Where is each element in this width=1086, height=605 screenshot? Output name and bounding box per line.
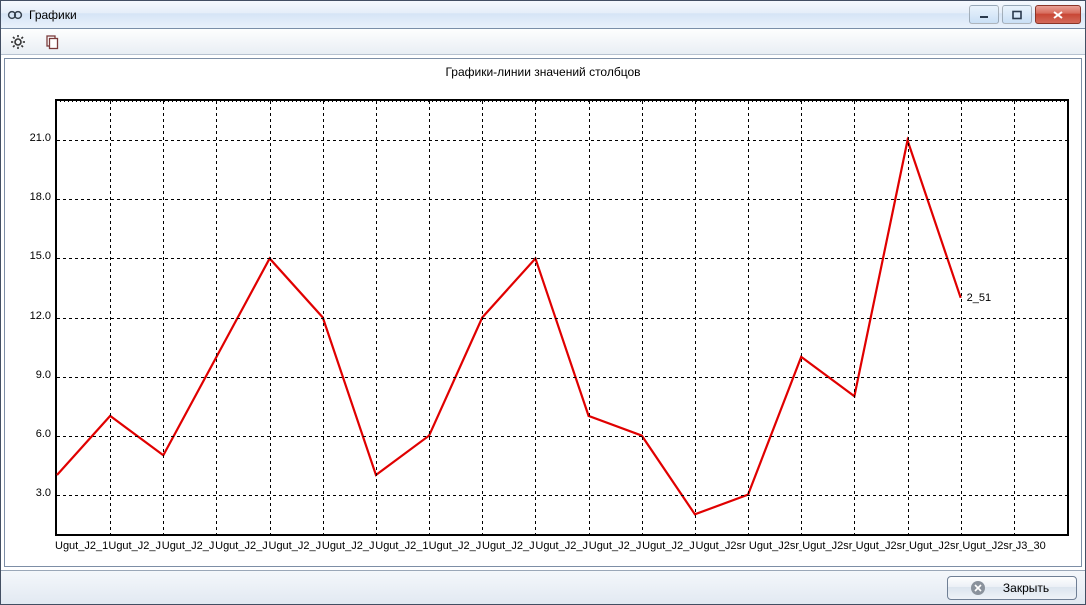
gridline-v bbox=[535, 101, 536, 534]
gridline-v bbox=[429, 101, 430, 534]
plot-box: 2_51 bbox=[55, 99, 1069, 536]
gridline-v bbox=[376, 101, 377, 534]
gridline-v bbox=[695, 101, 696, 534]
x-tick-label: Ugut_J2_J bbox=[215, 540, 268, 562]
x-tick-label: Ugut_J2sr_ bbox=[909, 540, 962, 562]
minimize-button[interactable] bbox=[969, 5, 999, 24]
y-axis: 3.0 6.0 9.0 12.0 15.0 18.0 21.0 bbox=[13, 87, 55, 536]
gridline-h bbox=[57, 318, 1067, 319]
x-tick-label: Ugut_J2_1 bbox=[55, 540, 108, 562]
window-title: Графики bbox=[29, 8, 963, 22]
gridline-v bbox=[482, 101, 483, 534]
copy-button[interactable] bbox=[43, 33, 61, 51]
y-tick-label: 9.0 bbox=[36, 369, 51, 381]
footer: Закрыть bbox=[1, 570, 1085, 604]
gridline-h bbox=[57, 436, 1067, 437]
x-tick-label: Ugut_J2_1 bbox=[375, 540, 428, 562]
x-tick-label: Ugut_J2_J bbox=[535, 540, 588, 562]
gridline-v bbox=[748, 101, 749, 534]
chart-title: Графики-линии значений столбцов bbox=[5, 59, 1081, 81]
close-window-button[interactable] bbox=[1035, 5, 1081, 24]
x-tick-label: Ugut_J2sr bbox=[696, 540, 749, 562]
gridline-v bbox=[908, 101, 909, 534]
gridline-v bbox=[854, 101, 855, 534]
x-tick-label: Ugut_J2_J bbox=[482, 540, 535, 562]
copy-icon bbox=[44, 34, 60, 50]
series-end-label: 2_51 bbox=[967, 292, 991, 304]
gridline-v bbox=[1014, 101, 1015, 534]
x-tick-label: Ugut_J2sr_ bbox=[856, 540, 909, 562]
series-line bbox=[57, 140, 961, 514]
titlebar: Графики bbox=[1, 1, 1085, 29]
y-tick-label: 18.0 bbox=[30, 191, 51, 203]
y-tick-label: 3.0 bbox=[36, 487, 51, 499]
x-tick-label: Ugut_J2_J bbox=[269, 540, 322, 562]
gridline-v bbox=[642, 101, 643, 534]
x-tick-label: Ugut_J2_J bbox=[642, 540, 695, 562]
gridline-v bbox=[323, 101, 324, 534]
close-icon bbox=[971, 581, 985, 595]
gear-icon bbox=[10, 34, 26, 50]
plot-area: 3.0 6.0 9.0 12.0 15.0 18.0 21.0 2_51 Ugut_J2_1… bbox=[13, 87, 1069, 562]
maximize-button[interactable] bbox=[1002, 5, 1032, 24]
y-tick-label: 12.0 bbox=[30, 310, 51, 322]
y-tick-label: 15.0 bbox=[30, 250, 51, 262]
gridline-h bbox=[57, 495, 1067, 496]
x-tick-label: Ugut_J2sr_ bbox=[749, 540, 802, 562]
x-tick-label: J3_30 bbox=[1016, 540, 1069, 562]
gridline-v bbox=[216, 101, 217, 534]
gridline-v bbox=[589, 101, 590, 534]
x-tick-label: Ugut_J2_J2s bbox=[322, 540, 375, 562]
gridline-v bbox=[961, 101, 962, 534]
app-icon bbox=[7, 7, 23, 23]
gridline-v bbox=[163, 101, 164, 534]
close-button-label: Закрыть bbox=[1003, 581, 1049, 595]
x-tick-label: Ugut_J2sr_ bbox=[802, 540, 855, 562]
x-tick-label: Ugut_J2_J bbox=[429, 540, 482, 562]
y-tick-label: 6.0 bbox=[36, 428, 51, 440]
gridline-h bbox=[57, 199, 1067, 200]
gridline-h bbox=[57, 140, 1067, 141]
x-tick-label: Ugut_J2_J bbox=[589, 540, 642, 562]
x-axis: Ugut_J2_1Ugut_J2_JUgut_J2_JUgut_J2_JUgut… bbox=[55, 540, 1069, 562]
gridline-h bbox=[57, 258, 1067, 259]
y-tick-label: 21.0 bbox=[30, 132, 51, 144]
chart-panel: Графики-линии значений столбцов 3.0 6.0 9.… bbox=[4, 58, 1082, 567]
x-tick-label: Ugut_J2_J bbox=[108, 540, 161, 562]
app-window: Графики bbox=[0, 0, 1086, 605]
toolbar bbox=[1, 29, 1085, 55]
window-buttons bbox=[969, 5, 1083, 24]
x-tick-label: Ugut_J2_J bbox=[162, 540, 215, 562]
close-button[interactable]: Закрыть bbox=[947, 576, 1077, 600]
x-tick-label: Ugut_J2sr_ bbox=[962, 540, 1015, 562]
gridline-v bbox=[270, 101, 271, 534]
gridline-h bbox=[57, 377, 1067, 378]
gridline-v bbox=[110, 101, 111, 534]
gridline-v bbox=[801, 101, 802, 534]
settings-button[interactable] bbox=[9, 33, 27, 51]
